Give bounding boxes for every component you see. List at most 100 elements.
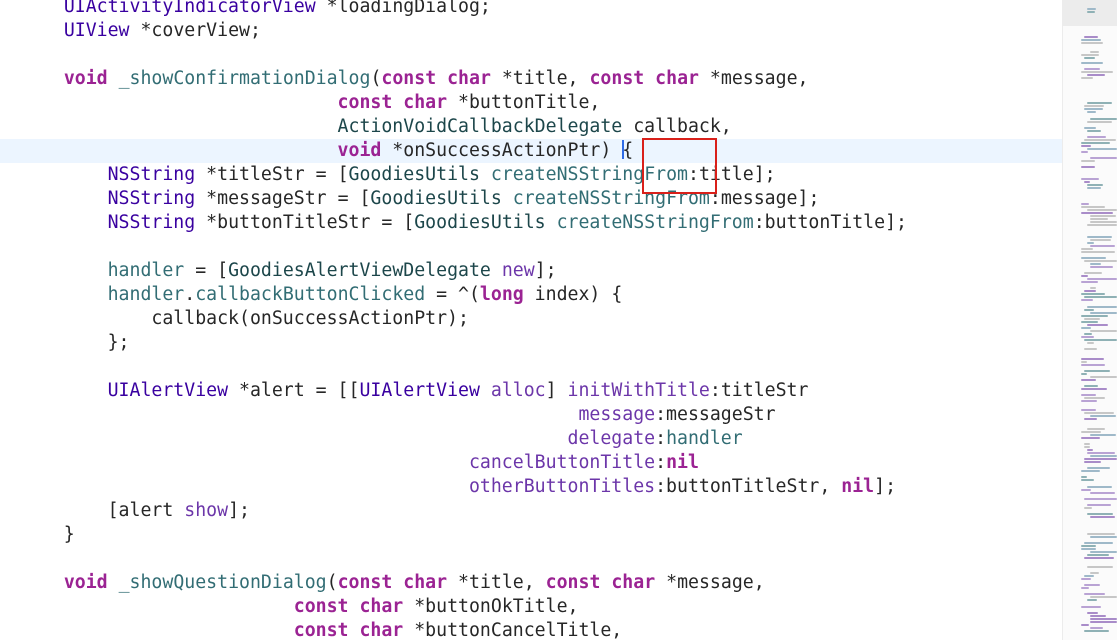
code-line[interactable]: delegate:handler <box>0 427 1062 451</box>
code-line[interactable]: [alert show]; <box>0 499 1062 523</box>
code-line[interactable]: NSString *messageStr = [GoodiesUtils cre… <box>0 187 1062 211</box>
minimap-line <box>1087 184 1103 186</box>
minimap-line <box>1090 157 1117 159</box>
minimap-line <box>1081 470 1100 472</box>
code-line[interactable]: handler = [GoodiesAlertViewDelegate new]… <box>0 259 1062 283</box>
minimap-line <box>1081 379 1096 381</box>
code-token: ]; <box>228 500 250 521</box>
minimap-line <box>1084 557 1114 559</box>
code-token: *alert = [[ <box>228 380 360 401</box>
minimap-line <box>1084 412 1114 414</box>
code-line[interactable]: UIAlertView *alert = [[UIAlertView alloc… <box>0 379 1062 403</box>
minimap-line <box>1081 142 1110 144</box>
minimap-line <box>1081 624 1089 626</box>
code-line-text: void _showConfirmationDialog(const char … <box>20 67 809 91</box>
code-line-text: UIActivityIndicatorView *loadingDialog; <box>20 0 491 19</box>
code-line[interactable]: callback(onSuccessActionPtr); <box>0 307 1062 331</box>
code-line[interactable] <box>0 43 1062 67</box>
minimap-line <box>1084 443 1090 445</box>
code-line-text: UIView *coverView; <box>20 19 261 43</box>
minimap[interactable] <box>1062 0 1117 640</box>
minimap-line <box>1081 281 1098 283</box>
code-token: *titleStr = [ <box>195 164 349 185</box>
minimap-line <box>1081 299 1093 301</box>
minimap-line <box>1084 181 1090 183</box>
code-line[interactable]: const char *buttonCancelTitle, <box>0 619 1062 640</box>
code-line[interactable]: message:messageStr <box>0 403 1062 427</box>
code-token: void <box>63 572 108 593</box>
code-line-text: UIAlertView *alert = [[UIAlertView alloc… <box>20 379 809 403</box>
code-token: const <box>293 620 349 640</box>
minimap-line <box>1087 566 1113 568</box>
code-line[interactable]: otherButtonTitles:buttonTitleStr, nil]; <box>0 475 1062 499</box>
minimap-line <box>1081 606 1101 608</box>
code-token: nil <box>841 476 875 497</box>
minimap-line <box>1081 203 1089 205</box>
code-token: *message, <box>698 68 809 89</box>
code-line[interactable]: } <box>0 523 1062 547</box>
minimap-line <box>1081 587 1089 589</box>
minimap-line <box>1081 257 1106 259</box>
code-line[interactable]: UIActivityIndicatorView *loadingDialog; <box>0 0 1062 19</box>
code-token: UIActivityIndicatorView <box>63 0 316 17</box>
minimap-line <box>1090 615 1106 617</box>
code-line-text: NSString *messageStr = [GoodiesUtils cre… <box>20 187 820 211</box>
code-line-text: callback(onSuccessActionPtr); <box>20 307 469 331</box>
code-token: createNSStringFrom <box>556 212 754 233</box>
code-line[interactable] <box>0 547 1062 571</box>
code-token: char <box>359 596 404 617</box>
code-line[interactable] <box>0 355 1062 379</box>
code-line-text: message:messageStr <box>20 403 775 427</box>
minimap-line <box>1087 278 1117 280</box>
code-line[interactable]: ActionVoidCallbackDelegate callback, <box>0 115 1062 139</box>
code-token: *loadingDialog; <box>315 0 491 17</box>
minimap-viewport-indicator[interactable] <box>1063 0 1117 26</box>
code-token: : <box>655 452 667 473</box>
code-token: _showQuestionDialog <box>118 572 327 593</box>
code-line[interactable]: const char *buttonTitle, <box>0 91 1062 115</box>
code-line[interactable]: cancelButtonTitle:nil <box>0 451 1062 475</box>
minimap-line <box>1087 533 1115 535</box>
code-line[interactable]: NSString *buttonTitleStr = [GoodiesUtils… <box>0 211 1062 235</box>
code-token: message <box>578 404 656 425</box>
code-line-text: otherButtonTitles:buttonTitleStr, nil]; <box>20 475 896 499</box>
code-token: *buttonCancelTitle, <box>403 620 623 640</box>
minimap-line <box>1081 479 1094 481</box>
minimap-line <box>1084 593 1105 595</box>
current-code-line[interactable]: void *onSuccessActionPtr) { <box>0 139 1062 163</box>
code-line-text: void *onSuccessActionPtr) { <box>20 139 633 163</box>
code-token: GoodiesUtils <box>370 188 502 209</box>
code-line[interactable]: const char *buttonOkTitle, <box>0 595 1062 619</box>
code-line[interactable] <box>0 235 1062 259</box>
minimap-line <box>1081 361 1087 363</box>
minimap-line <box>1081 358 1104 360</box>
code-line[interactable]: void _showConfirmationDialog(const char … <box>0 67 1062 91</box>
code-token: otherButtonTitles <box>468 476 656 497</box>
code-line[interactable]: UIView *coverView; <box>0 19 1062 43</box>
code-line[interactable]: void _showQuestionDialog(const char *tit… <box>0 571 1062 595</box>
code-token: callback(onSuccessActionPtr); <box>20 308 469 329</box>
code-line-text: NSString *buttonTitleStr = [GoodiesUtils… <box>20 211 907 235</box>
minimap-line <box>1084 348 1097 350</box>
code-token: NSString <box>107 212 196 233</box>
code-line-text: void _showQuestionDialog(const char *tit… <box>20 571 765 595</box>
minimap-line <box>1087 11 1095 13</box>
minimap-line <box>1084 370 1110 372</box>
code-token: = ^( <box>425 284 480 305</box>
minimap-line <box>1084 333 1092 335</box>
code-line[interactable]: }; <box>0 331 1062 355</box>
code-line[interactable]: handler.callbackButtonClicked = ^(long i… <box>0 283 1062 307</box>
minimap-line <box>1090 221 1117 223</box>
code-line[interactable]: NSString *titleStr = [GoodiesUtils creat… <box>0 163 1062 187</box>
minimap-line <box>1090 263 1101 265</box>
code-editor[interactable]: UIActivityIndicatorView *loadingDialog; … <box>0 0 1062 640</box>
